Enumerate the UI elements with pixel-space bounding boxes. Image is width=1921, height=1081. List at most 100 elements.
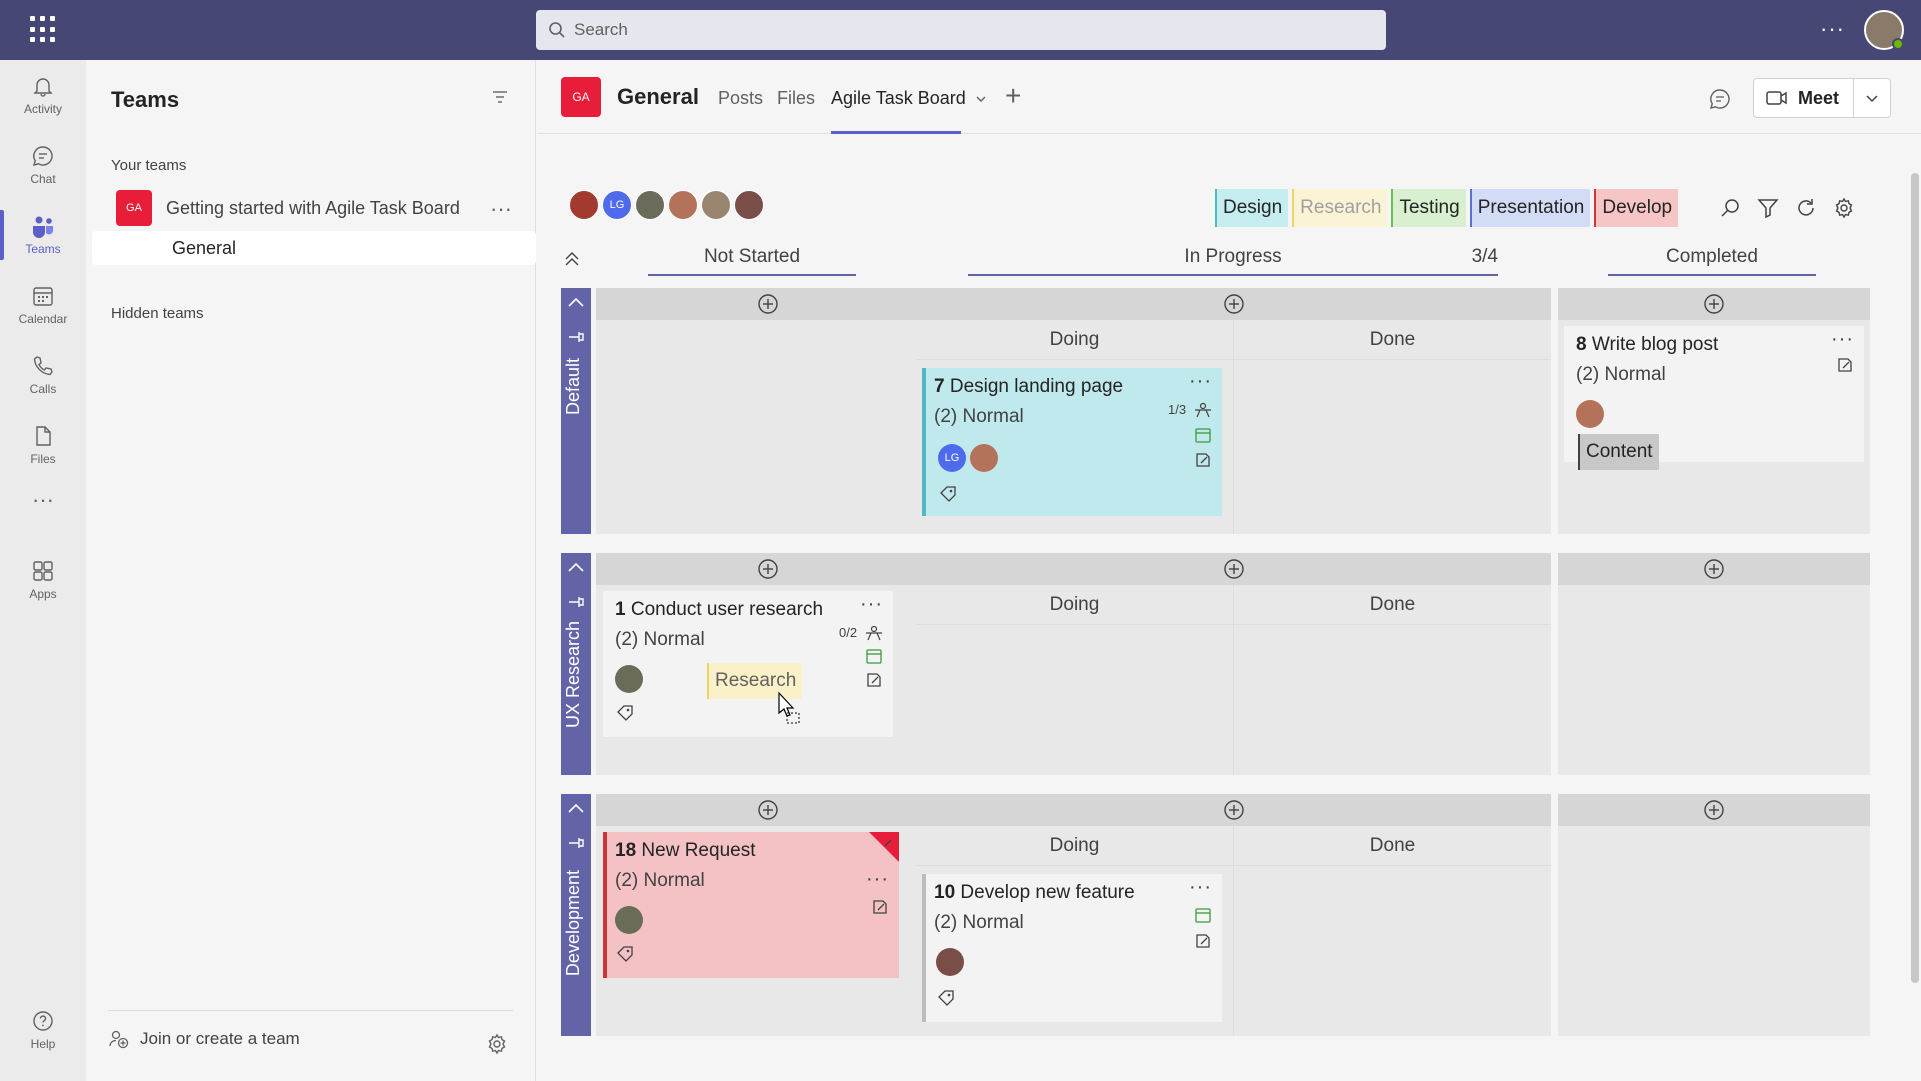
flag-corner-icon[interactable] xyxy=(869,832,899,862)
card-more-options-icon[interactable]: ··· xyxy=(866,868,889,891)
filter-funnel-icon[interactable] xyxy=(1757,197,1779,219)
add-card-icon[interactable] xyxy=(916,553,1551,585)
cell-dev-in-progress[interactable]: Doing Done 10 Develop new feature (2) No… xyxy=(916,794,1551,1036)
meet-dropdown-icon[interactable] xyxy=(1854,90,1890,106)
notes-icon[interactable] xyxy=(1194,451,1212,469)
tab-files[interactable]: Files xyxy=(777,88,815,109)
cell-ux-in-progress[interactable]: Doing Done xyxy=(916,553,1551,775)
member-avatar[interactable] xyxy=(734,190,764,220)
member-avatar[interactable]: LG xyxy=(602,190,632,220)
member-avatar[interactable] xyxy=(668,190,698,220)
rail-calendar[interactable]: Calendar xyxy=(0,270,86,340)
card-more-options-icon[interactable]: ··· xyxy=(1831,328,1854,351)
rail-chat[interactable]: Chat xyxy=(0,130,86,200)
notes-icon[interactable] xyxy=(865,671,883,689)
pin-icon[interactable] xyxy=(567,836,585,850)
chevron-up-icon[interactable] xyxy=(566,561,586,575)
add-tab-icon[interactable]: + xyxy=(1005,80,1021,112)
cell-dev-completed[interactable] xyxy=(1558,794,1870,1036)
rail-apps[interactable]: Apps xyxy=(0,545,86,615)
card-more-options-icon[interactable]: ··· xyxy=(1189,370,1212,393)
add-card-icon[interactable] xyxy=(1558,553,1870,585)
more-options-icon[interactable]: ··· xyxy=(1820,16,1845,42)
add-card-icon[interactable] xyxy=(596,794,940,826)
search-input[interactable]: Search xyxy=(536,10,1386,50)
collapse-all-icon[interactable] xyxy=(563,250,581,268)
team-item[interactable]: GA Getting started with Agile Task Board xyxy=(116,190,460,226)
cell-default-in-progress[interactable]: Doing Done 7 Design landing page (2) Nor… xyxy=(916,288,1551,534)
swimlane-ux-research[interactable]: UX Research xyxy=(561,553,591,775)
column-header-in-progress[interactable]: In Progress 3/4 xyxy=(968,246,1498,276)
tag-icon[interactable] xyxy=(615,703,635,721)
rail-activity[interactable]: Activity xyxy=(0,60,86,130)
calendar-icon[interactable] xyxy=(865,647,883,665)
cell-default-completed[interactable]: 8 Write blog post (2) Normal ··· Content xyxy=(1558,288,1870,534)
cell-ux-completed[interactable] xyxy=(1558,553,1870,775)
search-icon[interactable] xyxy=(1719,197,1741,219)
chevron-up-icon[interactable] xyxy=(566,802,586,816)
rail-help[interactable]: Help xyxy=(0,995,86,1065)
assignee-avatar[interactable] xyxy=(970,444,998,472)
notes-icon[interactable] xyxy=(1194,932,1212,950)
add-card-icon[interactable] xyxy=(596,553,940,585)
add-card-icon[interactable] xyxy=(1558,288,1870,320)
add-card-icon[interactable] xyxy=(916,288,1551,320)
cell-ux-not-started[interactable]: 1 Conduct user research (2) Normal ··· 0… xyxy=(596,553,940,775)
assignee-avatar[interactable] xyxy=(936,948,964,976)
join-create-team-button[interactable]: Join or create a team xyxy=(108,1010,513,1049)
swimlane-default[interactable]: Default xyxy=(561,288,591,534)
task-card-8[interactable]: 8 Write blog post (2) Normal ··· Content xyxy=(1564,326,1864,470)
member-avatar[interactable] xyxy=(701,190,731,220)
assignee-avatar[interactable]: LG xyxy=(938,444,966,472)
hidden-teams-heading[interactable]: Hidden teams xyxy=(111,305,204,322)
card-more-options-icon[interactable]: ··· xyxy=(860,593,883,616)
column-header-completed[interactable]: Completed xyxy=(1608,246,1816,276)
checklist-icon[interactable] xyxy=(865,624,883,642)
filter-tag-develop[interactable]: Develop xyxy=(1594,189,1679,227)
vertical-scrollbar[interactable] xyxy=(1909,155,1919,1075)
notes-icon[interactable] xyxy=(1836,356,1854,374)
assignee-avatar[interactable] xyxy=(1576,400,1604,428)
tab-agile-task-board[interactable]: Agile Task Board xyxy=(831,88,987,109)
gear-icon[interactable] xyxy=(1833,197,1855,219)
calendar-icon[interactable] xyxy=(1194,426,1212,444)
calendar-icon[interactable] xyxy=(1194,906,1212,924)
assignee-avatar[interactable] xyxy=(615,906,643,934)
assignee-avatar[interactable] xyxy=(615,665,643,693)
task-card-18[interactable]: 18 New Request (2) Normal ··· xyxy=(603,832,899,978)
tag-icon[interactable] xyxy=(615,944,635,962)
column-header-not-started[interactable]: Not Started xyxy=(648,246,856,276)
meet-now-button[interactable]: Meet xyxy=(1754,79,1854,117)
task-card-10[interactable]: 10 Develop new feature (2) Normal ··· xyxy=(922,874,1222,1022)
filter-tag-testing[interactable]: Testing xyxy=(1391,189,1466,227)
member-avatar[interactable] xyxy=(569,190,599,220)
notes-icon[interactable] xyxy=(871,898,889,916)
rail-more-icon[interactable]: ··· xyxy=(0,480,86,520)
filter-tag-research[interactable]: Research xyxy=(1292,189,1388,227)
filter-tag-presentation[interactable]: Presentation xyxy=(1469,189,1591,227)
add-card-icon[interactable] xyxy=(916,794,1551,826)
task-card-7[interactable]: 7 Design landing page (2) Normal ··· 1/3… xyxy=(922,368,1222,516)
app-launcher-icon[interactable] xyxy=(30,16,58,44)
task-card-1[interactable]: 1 Conduct user research (2) Normal ··· 0… xyxy=(603,591,893,737)
tag-icon[interactable] xyxy=(938,484,958,502)
member-avatar[interactable] xyxy=(635,190,665,220)
conversation-icon[interactable] xyxy=(1709,88,1731,110)
tag-icon[interactable] xyxy=(936,988,956,1006)
gear-icon[interactable] xyxy=(486,1033,508,1055)
filter-icon[interactable] xyxy=(491,88,509,106)
tab-posts[interactable]: Posts xyxy=(718,88,763,109)
add-card-icon[interactable] xyxy=(1558,794,1870,826)
rail-calls[interactable]: Calls xyxy=(0,340,86,410)
channel-item-general[interactable]: General xyxy=(92,231,536,265)
meet-button[interactable]: Meet xyxy=(1753,78,1891,118)
pin-icon[interactable] xyxy=(567,330,585,344)
filter-tag-design[interactable]: Design xyxy=(1215,189,1289,227)
refresh-icon[interactable] xyxy=(1795,197,1817,219)
team-more-options-icon[interactable]: ··· xyxy=(490,196,512,222)
card-label-content[interactable]: Content xyxy=(1578,434,1659,470)
rail-files[interactable]: Files xyxy=(0,410,86,480)
swimlane-development[interactable]: Development xyxy=(561,794,591,1036)
add-card-icon[interactable] xyxy=(596,288,940,320)
scrollbar-thumb[interactable] xyxy=(1911,173,1919,983)
